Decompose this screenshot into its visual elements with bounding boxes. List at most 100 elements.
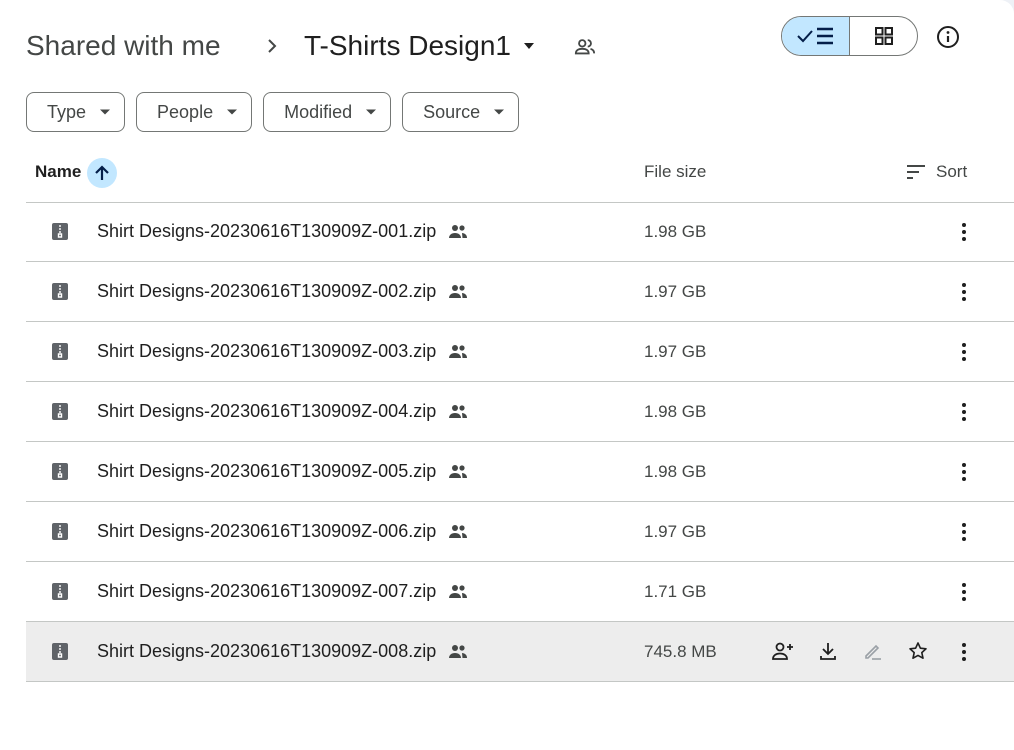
- file-name-text: Shirt Designs-20230616T130909Z-004.zip: [97, 401, 437, 421]
- more-actions-button[interactable]: [954, 461, 974, 483]
- file-name: Shirt Designs-20230616T130909Z-003.zip: [97, 341, 468, 362]
- filter-modified[interactable]: Modified: [263, 92, 392, 132]
- file-list: Shirt Designs-20230616T130909Z-001.zip 1…: [26, 202, 1014, 682]
- sort-lines-icon: [907, 165, 925, 179]
- more-vert-icon: [962, 343, 966, 361]
- view-toggle: [781, 16, 918, 56]
- filter-label: Modified: [284, 101, 353, 122]
- filter-label: People: [157, 101, 214, 122]
- file-name-text: Shirt Designs-20230616T130909Z-001.zip: [97, 221, 437, 241]
- shared-people-icon: [449, 404, 468, 418]
- download-icon: [819, 642, 836, 660]
- column-header-file-size: File size: [644, 162, 707, 181]
- more-vert-icon: [962, 223, 966, 241]
- download-button[interactable]: [815, 638, 840, 663]
- add-person-icon: [771, 642, 793, 660]
- row-quick-actions: [770, 638, 930, 663]
- rename-button[interactable]: [860, 638, 885, 663]
- sort-menu-button[interactable]: Sort: [906, 162, 967, 182]
- grid-view-button[interactable]: [850, 17, 917, 55]
- file-name: Shirt Designs-20230616T130909Z-008.zip: [97, 641, 468, 662]
- dropdown-caret-icon: [494, 109, 505, 115]
- more-actions-button[interactable]: [954, 521, 974, 543]
- file-name: Shirt Designs-20230616T130909Z-006.zip: [97, 521, 468, 542]
- more-vert-icon: [962, 283, 966, 301]
- file-row[interactable]: Shirt Designs-20230616T130909Z-001.zip 1…: [26, 202, 1014, 262]
- table-header: Name File size Sort: [26, 152, 1014, 203]
- filter-label: Source: [423, 101, 481, 122]
- main-panel: Shared with me T-Shirts Design1 Type Peo…: [0, 0, 1014, 750]
- file-row[interactable]: Shirt Designs-20230616T130909Z-006.zip 1…: [26, 502, 1014, 562]
- file-row[interactable]: Shirt Designs-20230616T130909Z-002.zip 1…: [26, 262, 1014, 322]
- grid-view-icon: [874, 27, 893, 45]
- folder-title: T-Shirts Design1: [304, 30, 511, 61]
- list-view-button[interactable]: [782, 17, 850, 55]
- dropdown-caret-icon: [100, 109, 111, 115]
- filter-chips: Type People Modified Source: [26, 92, 520, 132]
- file-size: 1.97 GB: [644, 522, 707, 541]
- file-size: 1.98 GB: [644, 462, 707, 481]
- more-vert-icon: [962, 403, 966, 421]
- zip-file-icon: [52, 583, 68, 600]
- file-name-text: Shirt Designs-20230616T130909Z-005.zip: [97, 461, 437, 481]
- file-row[interactable]: Shirt Designs-20230616T130909Z-007.zip 1…: [26, 562, 1014, 622]
- shared-people-icon: [449, 584, 468, 598]
- sort-label: Sort: [936, 162, 968, 181]
- shared-people-icon: [574, 39, 596, 55]
- more-vert-icon: [962, 583, 966, 601]
- file-name: Shirt Designs-20230616T130909Z-001.zip: [97, 221, 468, 242]
- sort-direction-button[interactable]: [87, 158, 117, 188]
- column-header-name[interactable]: Name: [35, 162, 81, 182]
- more-vert-icon: [962, 463, 966, 481]
- file-name-text: Shirt Designs-20230616T130909Z-006.zip: [97, 521, 437, 541]
- more-vert-icon: [962, 523, 966, 541]
- chevron-right-icon: [268, 39, 277, 53]
- dropdown-caret-icon: [523, 43, 534, 49]
- file-name-text: Shirt Designs-20230616T130909Z-008.zip: [97, 641, 437, 661]
- more-actions-button[interactable]: [954, 281, 974, 303]
- more-actions-button[interactable]: [954, 401, 974, 423]
- share-button[interactable]: [770, 638, 795, 663]
- info-icon[interactable]: [935, 24, 961, 50]
- breadcrumb-current-folder[interactable]: T-Shirts Design1: [304, 26, 537, 66]
- filter-source[interactable]: Source: [402, 92, 520, 132]
- file-name: Shirt Designs-20230616T130909Z-007.zip: [97, 581, 468, 602]
- file-size: 1.97 GB: [644, 342, 707, 361]
- zip-file-icon: [52, 403, 68, 420]
- more-actions-button[interactable]: [954, 341, 974, 363]
- zip-file-icon: [52, 223, 68, 240]
- more-actions-button[interactable]: [954, 641, 974, 663]
- add-star-button[interactable]: [905, 638, 930, 663]
- zip-file-icon: [52, 523, 68, 540]
- dropdown-caret-icon: [366, 109, 377, 115]
- file-name-text: Shirt Designs-20230616T130909Z-002.zip: [97, 281, 437, 301]
- more-vert-icon: [962, 643, 966, 661]
- file-size: 1.97 GB: [644, 282, 707, 301]
- dropdown-caret-icon: [227, 109, 238, 115]
- file-name-text: Shirt Designs-20230616T130909Z-007.zip: [97, 581, 437, 601]
- file-size: 1.98 GB: [644, 402, 707, 421]
- sort-arrow-up-icon: [95, 165, 109, 180]
- shared-people-icon: [449, 224, 468, 238]
- list-view-icon: [796, 27, 833, 45]
- shared-people-icon: [449, 284, 468, 298]
- file-row[interactable]: Shirt Designs-20230616T130909Z-003.zip 1…: [26, 322, 1014, 382]
- shared-people-icon: [449, 524, 468, 538]
- more-actions-button[interactable]: [954, 581, 974, 603]
- more-actions-button[interactable]: [954, 221, 974, 243]
- file-size: 745.8 MB: [644, 642, 717, 661]
- file-row[interactable]: Shirt Designs-20230616T130909Z-005.zip 1…: [26, 442, 1014, 502]
- file-row[interactable]: Shirt Designs-20230616T130909Z-008.zip 7…: [26, 622, 1014, 682]
- breadcrumb: Shared with me T-Shirts Design1: [26, 26, 596, 66]
- filter-label: Type: [47, 101, 87, 122]
- zip-file-icon: [52, 343, 68, 360]
- filter-type[interactable]: Type: [26, 92, 126, 132]
- shared-people-icon: [449, 644, 468, 658]
- file-name: Shirt Designs-20230616T130909Z-002.zip: [97, 281, 468, 302]
- zip-file-icon: [52, 283, 68, 300]
- file-row[interactable]: Shirt Designs-20230616T130909Z-004.zip 1…: [26, 382, 1014, 442]
- filter-people[interactable]: People: [136, 92, 253, 132]
- zip-file-icon: [52, 463, 68, 480]
- star-icon: [908, 641, 927, 659]
- breadcrumb-shared-with-me[interactable]: Shared with me: [26, 30, 221, 62]
